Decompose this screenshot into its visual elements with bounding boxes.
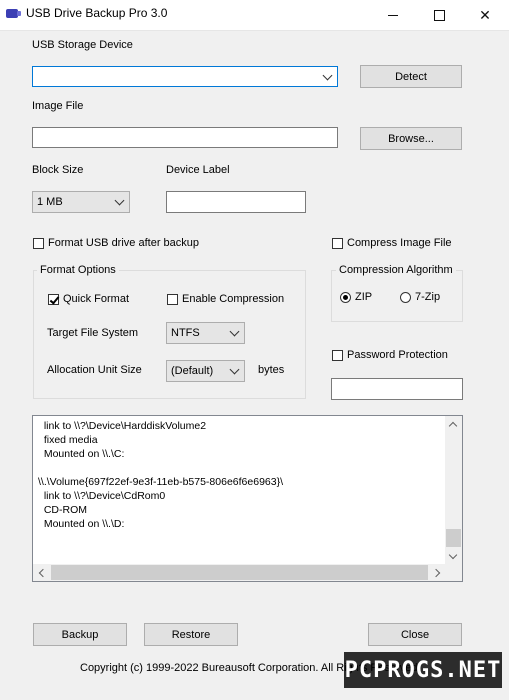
zip-radio[interactable] (340, 292, 351, 303)
block-size-label: Block Size (32, 164, 84, 176)
quick-format-label: Quick Format (63, 293, 130, 305)
password-input[interactable] (331, 378, 463, 400)
password-protection-checkbox[interactable] (332, 350, 343, 361)
7zip-label: 7-Zip (415, 291, 441, 303)
vertical-scrollbar[interactable] (445, 416, 462, 565)
usb-device-label: USB Storage Device (32, 39, 133, 51)
scroll-left-icon[interactable] (38, 568, 48, 578)
device-label-input[interactable] (166, 191, 306, 213)
format-after-backup-checkbox[interactable] (33, 238, 44, 249)
log-output[interactable]: link to \\?\Device\HarddiskVolume2 fixed… (32, 415, 463, 582)
compression-algorithm-title: Compression Algorithm (336, 264, 456, 276)
horizontal-scroll-thumb[interactable] (51, 565, 428, 580)
usb-device-dropdown[interactable] (32, 66, 338, 87)
close-window-button[interactable]: ✕ (462, 0, 508, 30)
alloc-unit-dropdown[interactable]: (Default) (166, 360, 245, 382)
maximize-icon (433, 9, 445, 21)
horizontal-scrollbar[interactable] (33, 564, 446, 581)
detect-button[interactable]: Detect (360, 65, 462, 88)
target-fs-label: Target File System (47, 327, 139, 339)
scroll-right-icon[interactable] (431, 568, 441, 578)
block-size-dropdown[interactable]: 1 MB (32, 191, 130, 213)
scroll-up-icon[interactable] (448, 421, 458, 431)
minimize-button[interactable] (370, 0, 416, 30)
device-label-label: Device Label (166, 164, 230, 176)
chevron-down-icon (229, 364, 240, 375)
browse-button[interactable]: Browse... (360, 127, 462, 150)
image-file-label: Image File (32, 100, 84, 112)
watermark: PCPROGS.NET (344, 652, 502, 688)
maximize-button[interactable] (416, 0, 462, 30)
enable-compression-label: Enable Compression (182, 293, 285, 305)
restore-button[interactable]: Restore (144, 623, 238, 646)
alloc-unit-label: Allocation Unit Size (47, 364, 142, 376)
zip-label: ZIP (355, 291, 373, 303)
chevron-down-icon (322, 70, 333, 81)
backup-button[interactable]: Backup (33, 623, 127, 646)
scrollbar-corner (445, 564, 462, 581)
block-size-value: 1 MB (37, 196, 63, 208)
scroll-down-icon[interactable] (448, 550, 458, 560)
app-icon (6, 9, 21, 18)
quick-format-checkbox[interactable] (48, 294, 59, 305)
chevron-down-icon (114, 195, 125, 206)
title-bar: USB Drive Backup Pro 3.0 ✕ (0, 0, 509, 31)
compress-image-checkbox[interactable] (332, 238, 343, 249)
enable-compression-checkbox[interactable] (167, 294, 178, 305)
compress-image-label: Compress Image File (347, 237, 452, 249)
close-icon: ✕ (479, 6, 491, 23)
close-button[interactable]: Close (368, 623, 462, 646)
target-fs-value: NTFS (171, 327, 200, 339)
image-file-input[interactable] (32, 127, 338, 148)
vertical-scroll-thumb[interactable] (446, 529, 461, 547)
chevron-down-icon (229, 326, 240, 337)
minimize-icon (388, 14, 398, 16)
log-text: link to \\?\Device\HarddiskVolume2 fixed… (38, 420, 284, 530)
target-fs-dropdown[interactable]: NTFS (166, 322, 245, 344)
7zip-radio[interactable] (400, 292, 411, 303)
format-options-title: Format Options (37, 264, 119, 276)
alloc-unit-value: (Default) (171, 365, 214, 377)
password-protection-label: Password Protection (347, 349, 448, 361)
window-title: USB Drive Backup Pro 3.0 (26, 6, 168, 20)
alloc-unit-bytes-label: bytes (258, 364, 285, 376)
format-after-backup-label: Format USB drive after backup (48, 237, 200, 249)
